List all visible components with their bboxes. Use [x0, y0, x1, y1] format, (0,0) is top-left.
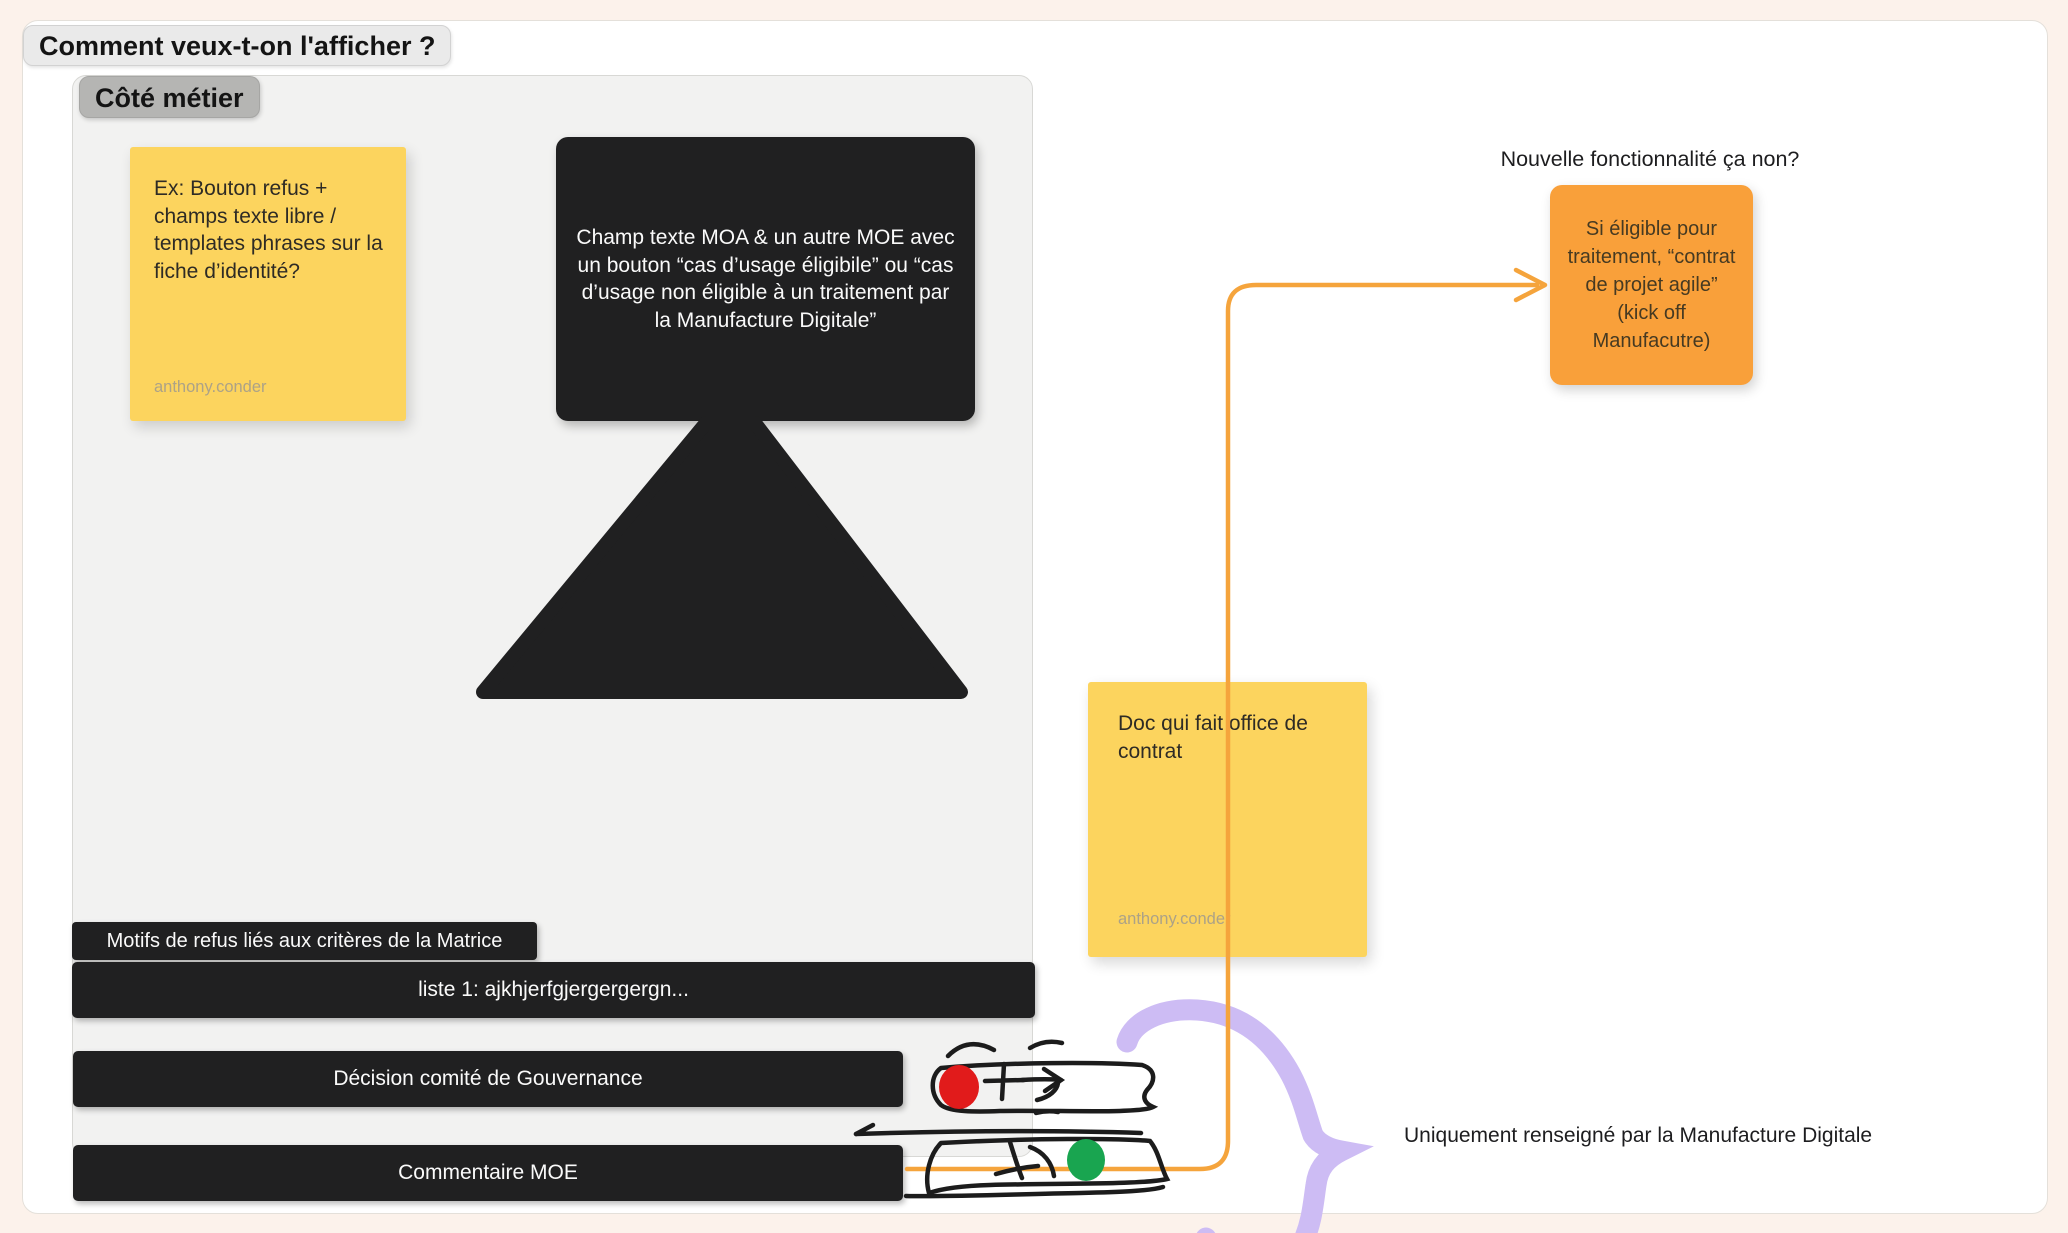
question-label-pill[interactable]: Comment veux-t-on l'afficher ? [23, 25, 451, 66]
note-nouvelle-fonctionnalite[interactable]: Nouvelle fonctionnalité ça non? [1480, 147, 1820, 172]
triangle-text: refus ⇒ “cas d’usage non éligible à un t… [599, 572, 857, 652]
sticky-note-author: anthony.conder [154, 378, 267, 397]
section-title-pill[interactable]: Côté métier [79, 76, 260, 118]
shape-champ-texte-box[interactable]: Champ texte MOA & un autre MOE avec un b… [556, 137, 975, 421]
sticky-note-bouton-refus[interactable]: Ex: Bouton refus + champs texte libre / … [130, 147, 406, 421]
note-uniquement-renseigne[interactable]: Uniquement renseigné par la Manufacture … [1404, 1124, 1872, 1148]
sticky-note-doc-contrat[interactable]: Doc qui fait office de contrat anthony.c… [1088, 682, 1367, 957]
bar-decision-comite[interactable]: Décision comité de Gouvernance [73, 1051, 903, 1107]
bar-liste-1[interactable]: liste 1: ajkhjerfgjergergergn... [72, 962, 1035, 1018]
bar-commentaire-moe[interactable]: Commentaire MOE [73, 1145, 903, 1201]
sticky-note-text: Doc qui fait office de contrat [1118, 710, 1338, 765]
shape-text: Champ texte MOA & un autre MOE avec un b… [574, 224, 958, 334]
sticky-note-text: Si éligible pour traitement, “contrat de… [1564, 215, 1740, 355]
bar-motifs-de-refus[interactable]: Motifs de refus liés aux critères de la … [72, 922, 537, 960]
sticky-note-author: anthony.conder [1118, 910, 1231, 929]
sticky-note-text: Ex: Bouton refus + champs texte libre / … [154, 175, 390, 285]
whiteboard-page: { "colors": { "page-bg": "#FCF2EB", "can… [0, 0, 2068, 1233]
sticky-note-si-eligible[interactable]: Si éligible pour traitement, “contrat de… [1550, 185, 1753, 385]
